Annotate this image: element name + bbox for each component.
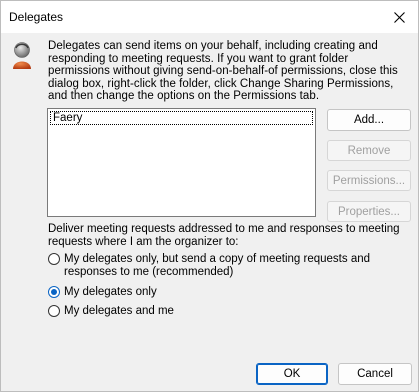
ok-button[interactable]: OK xyxy=(256,363,328,385)
permissions-button[interactable]: Permissions... xyxy=(327,170,411,191)
radio-delegates-and-me[interactable] xyxy=(48,305,60,317)
delegates-description: Delegates can send items on your behalf,… xyxy=(48,40,398,103)
option-delegates-only[interactable]: My delegates only xyxy=(48,286,384,299)
option-label: My delegates only xyxy=(64,286,157,298)
title-bar: Delegates xyxy=(1,1,418,33)
window-title: Delegates xyxy=(9,10,64,24)
delegates-list[interactable]: Faery xyxy=(47,108,316,217)
option-delegates-and-me[interactable]: My delegates and me xyxy=(48,305,384,318)
radio-delegates-copy-me[interactable] xyxy=(48,253,60,265)
close-icon xyxy=(393,11,405,23)
close-button[interactable] xyxy=(386,5,412,29)
properties-button[interactable]: Properties... xyxy=(327,201,411,222)
delegates-dialog: Delegates Delegates can send items on yo… xyxy=(0,0,419,392)
option-delegates-copy-me[interactable]: My delegates only, but send a copy of me… xyxy=(48,253,384,279)
user-icon xyxy=(13,42,31,69)
list-item[interactable]: Faery xyxy=(50,111,313,125)
deliver-label: Deliver meeting requests addressed to me… xyxy=(48,223,400,248)
add-button[interactable]: Add... xyxy=(327,109,411,131)
radio-delegates-only[interactable] xyxy=(48,286,60,298)
cancel-button[interactable]: Cancel xyxy=(338,363,412,385)
option-label: My delegates and me xyxy=(64,305,174,317)
remove-button[interactable]: Remove xyxy=(327,140,411,161)
option-label: My delegates only, but send a copy of me… xyxy=(64,253,371,278)
